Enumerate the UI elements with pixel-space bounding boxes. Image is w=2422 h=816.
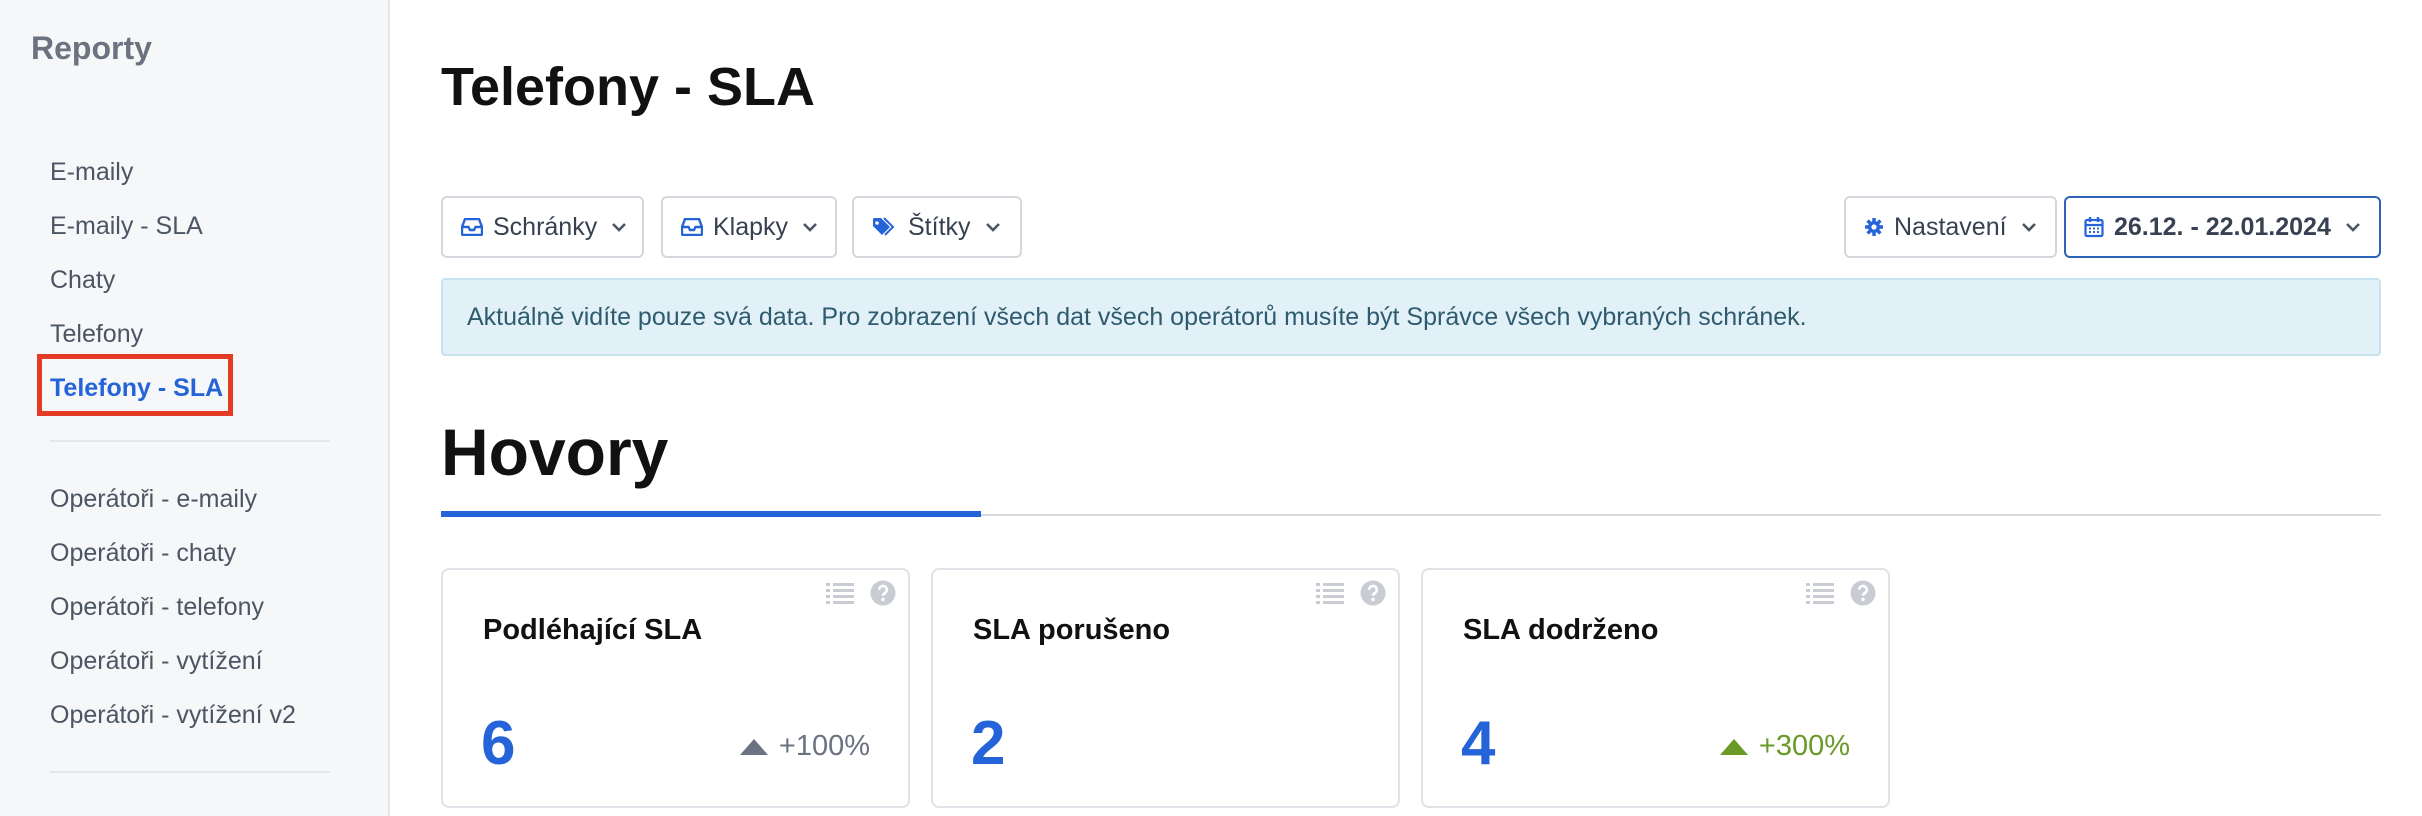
sidebar-item-emaily[interactable]: E-maily	[50, 145, 330, 199]
metric-card-sla-violated: SLA porušeno 2	[931, 568, 1400, 808]
calendar-icon	[2084, 217, 2104, 238]
extensions-filter-button[interactable]: Klapky	[661, 196, 837, 258]
card-title: SLA porušeno	[973, 614, 1171, 646]
sidebar-item-chaty[interactable]: Chaty	[50, 253, 330, 307]
trend-up-icon	[1719, 738, 1748, 755]
sidebar-item-emaily-sla[interactable]: E-maily - SLA	[50, 199, 330, 253]
sidebar-item-operatori-vytizeni-v2[interactable]: Operátoři - vytížení v2	[50, 688, 330, 742]
card-trend-value: +300%	[1758, 730, 1850, 762]
sidebar-title: Reporty	[31, 30, 152, 66]
page-title: Telefony - SLA	[441, 57, 816, 117]
help-icon[interactable]	[1850, 580, 1876, 611]
card-value: 6	[481, 709, 516, 778]
tags-icon	[873, 217, 895, 236]
sidebar-item-operatori-vytizeni[interactable]: Operátoři - vytížení	[50, 634, 330, 688]
mailboxes-filter-label: Schránky	[493, 212, 598, 241]
date-range-picker[interactable]: 26.12. - 22.01.2024	[2064, 196, 2381, 258]
list-icon[interactable]	[1316, 582, 1344, 609]
inbox-icon	[461, 218, 483, 236]
sidebar-nav-group-operators: Operátoři - e-maily Operátoři - chaty Op…	[50, 472, 330, 742]
metric-card-subject-to-sla: Podléhající SLA 6 +100%	[441, 568, 910, 808]
extensions-filter-label: Klapky	[713, 212, 789, 241]
card-trend-value: +100%	[778, 730, 870, 762]
list-icon[interactable]	[826, 582, 854, 609]
card-title: SLA dodrženo	[1463, 614, 1659, 646]
chevron-down-icon	[803, 223, 817, 232]
gear-icon	[1865, 218, 1883, 236]
help-icon[interactable]	[870, 580, 896, 611]
card-trend: +100%	[739, 730, 870, 763]
chevron-down-icon	[612, 223, 627, 232]
help-icon[interactable]	[1360, 580, 1386, 611]
settings-button[interactable]: Nastavení	[1844, 196, 2057, 258]
date-range-label: 26.12. - 22.01.2024	[2114, 212, 2331, 241]
tags-filter-button[interactable]: Štítky	[852, 196, 1022, 258]
card-value: 4	[1461, 709, 1496, 778]
trend-up-icon	[739, 738, 768, 755]
metric-card-sla-met: SLA dodrženo 4 +300%	[1421, 568, 1890, 808]
mailboxes-filter-button[interactable]: Schránky	[441, 196, 644, 258]
sidebar-item-operatori-chaty[interactable]: Operátoři - chaty	[50, 526, 330, 580]
sidebar-divider	[50, 771, 330, 773]
card-title: Podléhající SLA	[483, 614, 703, 646]
main-content: Telefony - SLA Schránky Klapky Štítky Na…	[441, 0, 2381, 816]
inbox-icon	[681, 218, 703, 236]
sidebar-item-operatori-telefony[interactable]: Operátoři - telefony	[50, 580, 330, 634]
sidebar-divider	[50, 440, 330, 442]
filter-bar: Schránky Klapky Štítky Nastavení 26.12. …	[441, 196, 2381, 258]
card-trend: +300%	[1719, 730, 1850, 763]
tags-filter-label: Štítky	[908, 212, 971, 241]
chevron-down-icon	[2345, 223, 2360, 232]
sidebar-item-operatori-emaily[interactable]: Operátoři - e-maily	[50, 472, 330, 526]
sidebar: Reporty E-maily E-maily - SLA Chaty Tele…	[0, 0, 390, 816]
info-alert: Aktuálně vidíte pouze svá data. Pro zobr…	[441, 278, 2381, 356]
section-title: Hovory	[441, 415, 669, 489]
chevron-down-icon	[2021, 223, 2036, 232]
active-item-highlight	[37, 354, 233, 416]
list-icon[interactable]	[1806, 582, 1834, 609]
card-actions	[1300, 580, 1386, 611]
sidebar-item-telefony[interactable]: Telefony	[50, 307, 330, 361]
card-actions	[810, 580, 896, 611]
card-actions	[1790, 580, 1876, 611]
section-active-underline	[441, 511, 981, 517]
settings-label: Nastavení	[1894, 212, 2007, 241]
card-value: 2	[971, 709, 1006, 778]
chevron-down-icon	[985, 223, 1000, 232]
